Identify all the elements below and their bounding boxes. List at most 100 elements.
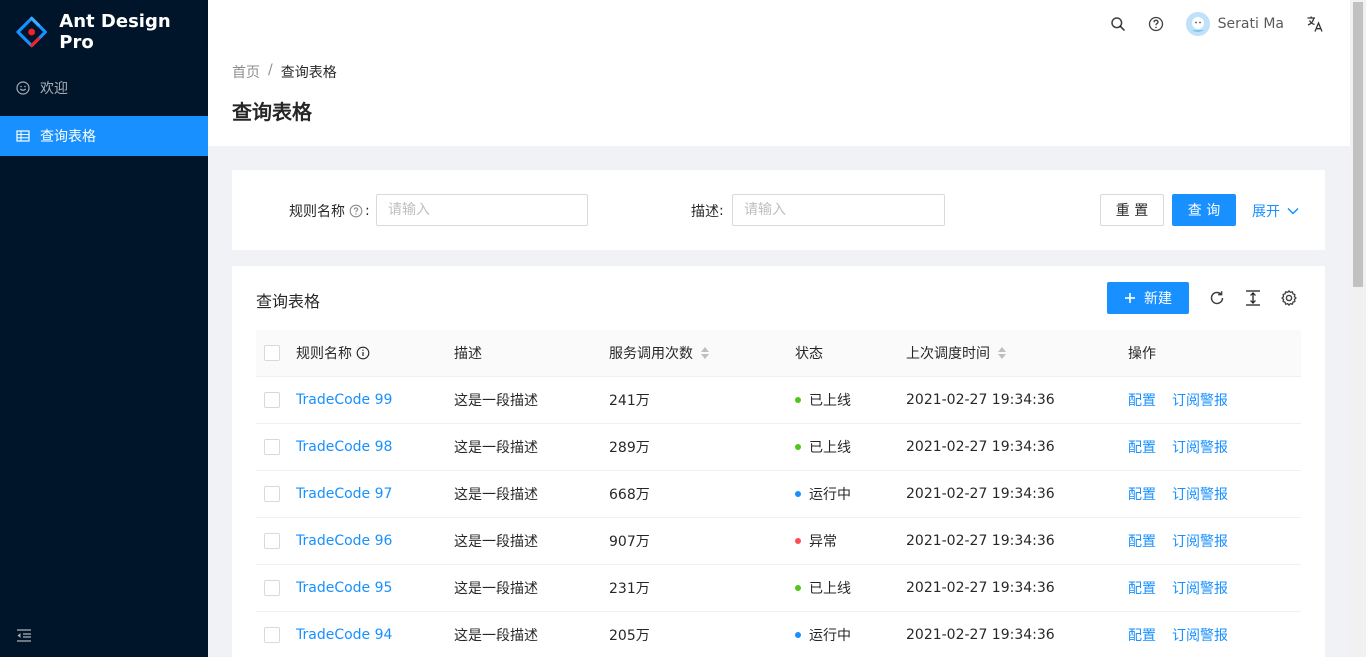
status-cell: 已上线 <box>795 377 851 423</box>
col-updated-at[interactable]: 上次调度时间 <box>906 330 1006 376</box>
table-icon <box>16 129 30 143</box>
description-label-text: 描述 <box>691 204 719 220</box>
call-count-cell: 241万 <box>609 377 650 423</box>
config-link[interactable]: 配置 <box>1128 578 1156 598</box>
subscribe-alert-link[interactable]: 订阅警报 <box>1172 484 1228 504</box>
select-all-cell <box>264 330 280 376</box>
setting-icon[interactable] <box>1280 289 1298 307</box>
config-link[interactable]: 配置 <box>1128 484 1156 504</box>
col-status: 状态 <box>795 330 823 376</box>
row-select-cell <box>264 424 280 470</box>
table-row: TradeCode 97 这是一段描述 668万 运行中 2021-02-27 19:3… <box>256 471 1301 518</box>
actions-cell: 配置 订阅警报 <box>1128 612 1228 657</box>
rule-name-cell: TradeCode 97 <box>296 471 392 517</box>
query-button[interactable]: 查 询 <box>1172 194 1236 226</box>
reload-icon[interactable] <box>1208 289 1226 307</box>
rule-name-link[interactable]: TradeCode 96 <box>296 533 392 549</box>
ant-design-logo-icon <box>16 16 47 48</box>
subscribe-alert-link[interactable]: 订阅警报 <box>1172 531 1228 551</box>
col-actions: 操作 <box>1128 330 1156 376</box>
sidebar-item-label: 查询表格 <box>40 129 96 145</box>
status-dot <box>795 491 801 497</box>
menu-fold-icon[interactable] <box>16 627 32 643</box>
rule-name-link[interactable]: TradeCode 95 <box>296 580 392 596</box>
expand-toggle[interactable]: 展开 <box>1252 201 1300 221</box>
status-cell: 运行中 <box>795 471 851 517</box>
row-checkbox[interactable] <box>264 627 280 643</box>
top-header: Serati Ma <box>208 0 1350 48</box>
updated-at-text: 2021-02-27 19:34:36 <box>906 580 1055 596</box>
rule-name-cell: TradeCode 98 <box>296 424 392 470</box>
question-circle-icon[interactable] <box>349 204 363 218</box>
question-circle-icon[interactable] <box>1148 16 1164 32</box>
description-cell: 这是一段描述 <box>454 377 538 423</box>
search-form: 规则名称 : 描述 : 重 置 查 询 展开 <box>232 170 1325 250</box>
sort-caret-icon[interactable] <box>701 347 709 359</box>
description-cell: 这是一段描述 <box>454 565 538 611</box>
page-title: 查询表格 <box>232 100 312 124</box>
expand-label: 展开 <box>1252 204 1280 220</box>
description-text: 这是一段描述 <box>454 628 538 644</box>
description-cell: 这是一段描述 <box>454 471 538 517</box>
config-link[interactable]: 配置 <box>1128 390 1156 410</box>
subscribe-alert-link[interactable]: 订阅警报 <box>1172 437 1228 457</box>
row-checkbox[interactable] <box>264 533 280 549</box>
description-cell: 这是一段描述 <box>454 612 538 657</box>
col-description-label: 描述 <box>454 346 482 362</box>
subscribe-alert-link[interactable]: 订阅警报 <box>1172 578 1228 598</box>
updated-at-text: 2021-02-27 19:34:36 <box>906 392 1055 408</box>
subscribe-alert-link[interactable]: 订阅警报 <box>1172 390 1228 410</box>
config-link[interactable]: 配置 <box>1128 531 1156 551</box>
row-select-cell <box>264 612 280 657</box>
column-height-icon[interactable] <box>1244 289 1262 307</box>
row-select-cell <box>264 377 280 423</box>
breadcrumb-home[interactable]: 首页 <box>232 62 260 82</box>
table-title: 查询表格 <box>256 292 321 311</box>
col-call-count-label: 服务调用次数 <box>609 346 693 362</box>
actions-cell: 配置 订阅警报 <box>1128 565 1228 611</box>
user-menu[interactable]: Serati Ma <box>1185 12 1284 36</box>
app-logo[interactable]: Ant Design Pro <box>0 0 208 64</box>
table-row: TradeCode 95 这是一段描述 231万 已上线 2021-02-27 19:3… <box>256 565 1301 612</box>
rule-name-input[interactable] <box>376 194 588 226</box>
info-circle-icon[interactable] <box>356 346 370 360</box>
description-text: 这是一段描述 <box>454 487 538 503</box>
col-updated-at-label: 上次调度时间 <box>906 346 990 362</box>
sidebar-item-table-list[interactable]: 查询表格 <box>0 116 208 156</box>
row-select-cell <box>264 565 280 611</box>
avatar <box>1185 12 1210 36</box>
translation-icon[interactable] <box>1306 15 1324 33</box>
call-count-cell: 205万 <box>609 612 650 657</box>
rule-name-link[interactable]: TradeCode 98 <box>296 439 392 455</box>
sidebar-item-welcome[interactable]: 欢迎 <box>0 68 208 108</box>
config-link[interactable]: 配置 <box>1128 625 1156 645</box>
rule-name-link[interactable]: TradeCode 94 <box>296 627 392 643</box>
description-text: 这是一段描述 <box>454 581 538 597</box>
user-name: Serati Ma <box>1217 16 1284 32</box>
page-scrollbar[interactable] <box>1350 0 1366 657</box>
col-call-count[interactable]: 服务调用次数 <box>609 330 709 376</box>
status-dot <box>795 585 801 591</box>
reset-button[interactable]: 重 置 <box>1100 194 1164 226</box>
row-checkbox[interactable] <box>264 439 280 455</box>
new-button[interactable]: 新建 <box>1107 282 1189 314</box>
rule-name-link[interactable]: TradeCode 99 <box>296 392 392 408</box>
call-count-text: 668万 <box>609 487 650 503</box>
sort-caret-icon[interactable] <box>998 347 1006 359</box>
row-checkbox[interactable] <box>264 392 280 408</box>
row-checkbox[interactable] <box>264 580 280 596</box>
sidebar-item-label: 欢迎 <box>40 81 68 97</box>
status-dot <box>795 538 801 544</box>
updated-at-text: 2021-02-27 19:34:36 <box>906 486 1055 502</box>
actions-cell: 配置 订阅警报 <box>1128 424 1228 470</box>
row-checkbox[interactable] <box>264 486 280 502</box>
scrollbar-thumb[interactable] <box>1353 2 1363 287</box>
select-all-checkbox[interactable] <box>264 345 280 361</box>
subscribe-alert-link[interactable]: 订阅警报 <box>1172 625 1228 645</box>
call-count-cell: 289万 <box>609 424 650 470</box>
actions-cell: 配置 订阅警报 <box>1128 471 1228 517</box>
search-icon[interactable] <box>1110 16 1126 32</box>
rule-name-link[interactable]: TradeCode 97 <box>296 486 392 502</box>
description-input[interactable] <box>732 194 945 226</box>
config-link[interactable]: 配置 <box>1128 437 1156 457</box>
